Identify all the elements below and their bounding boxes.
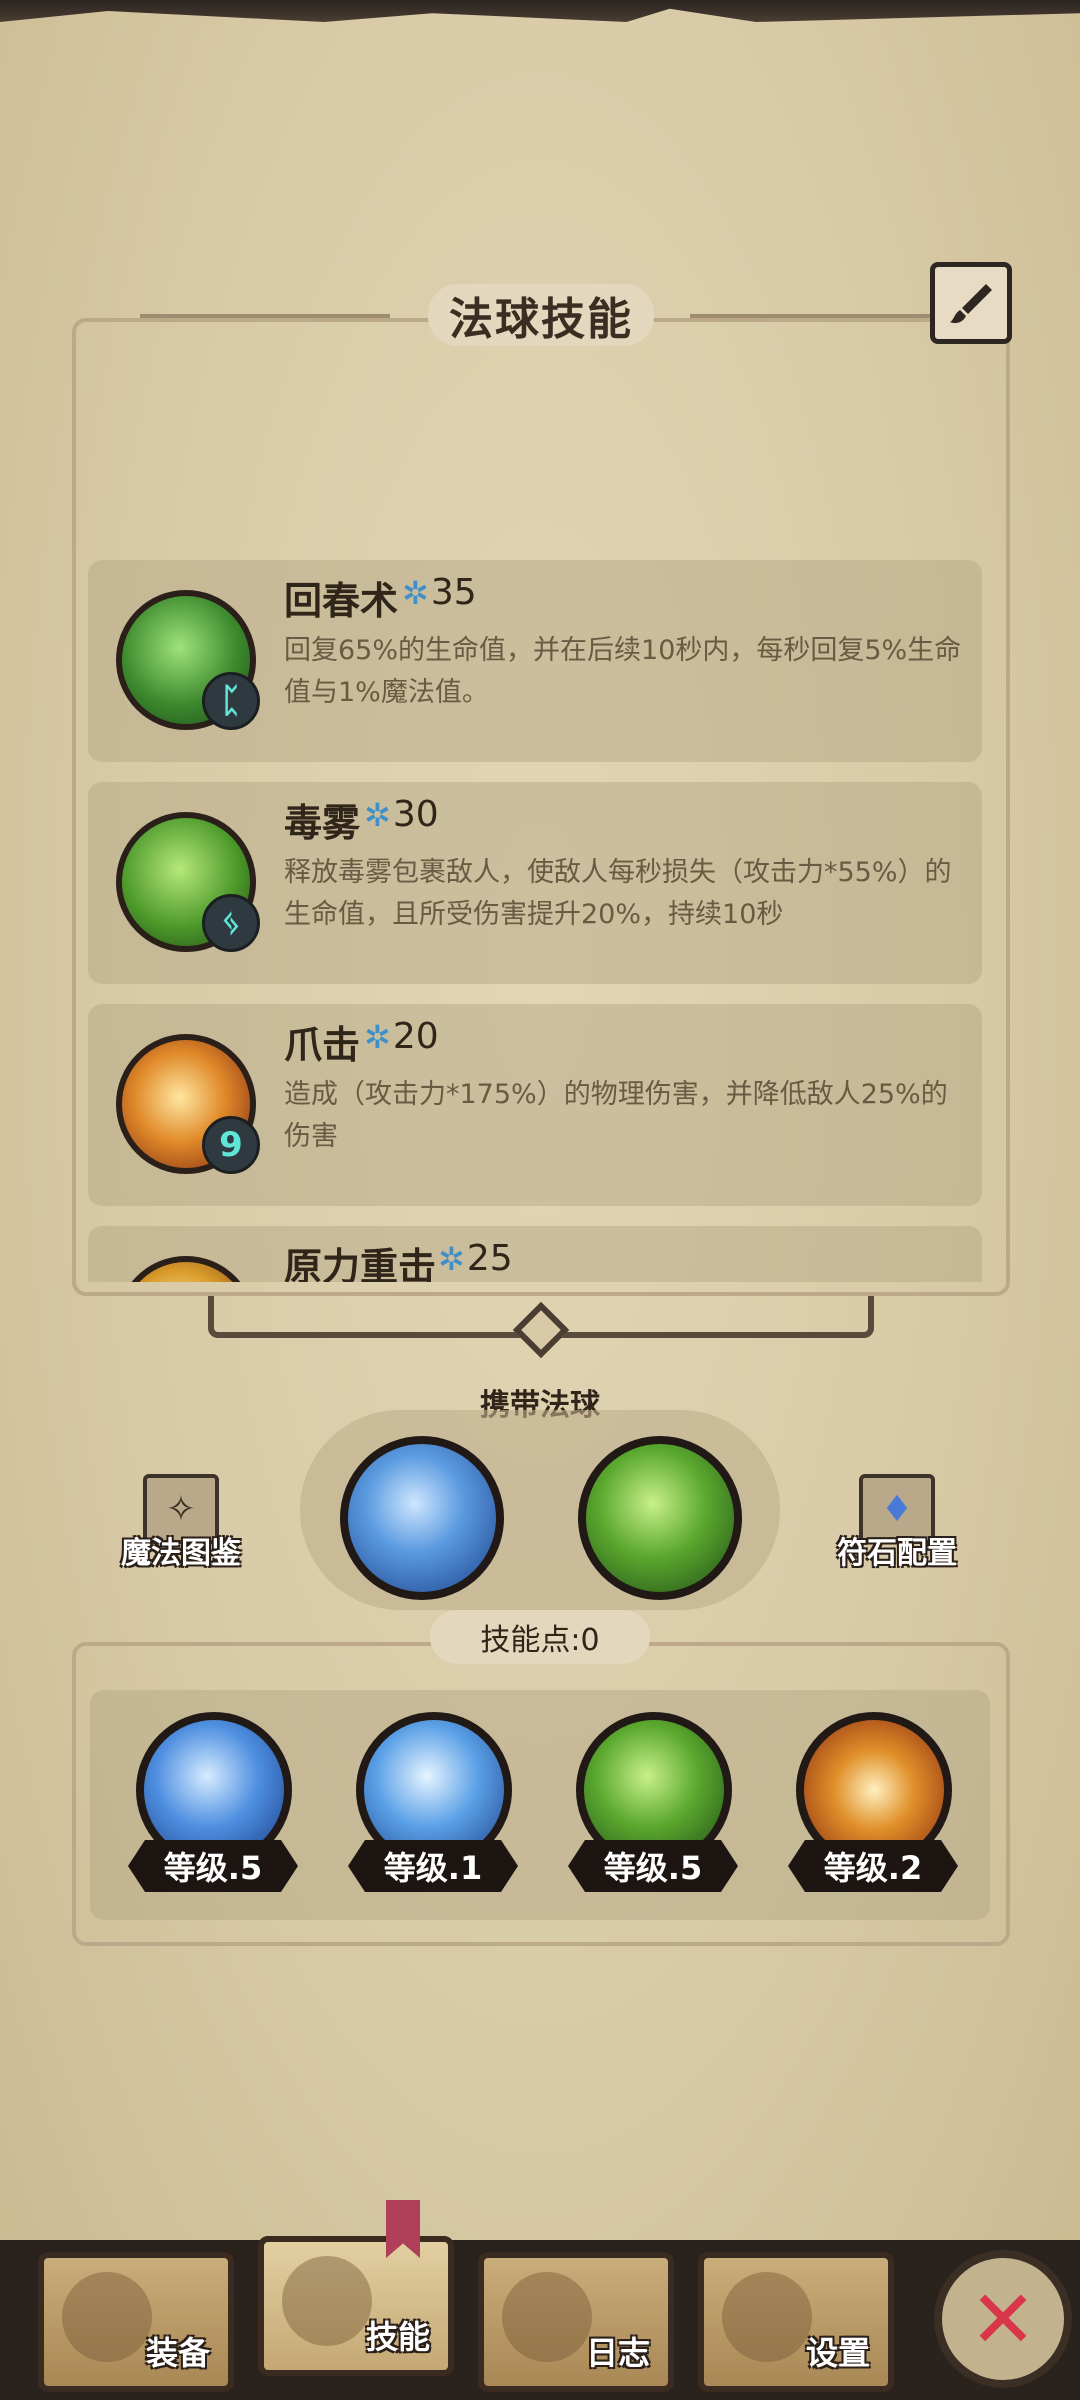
skill-card-rejuvenation[interactable]: ᛈ 回春术 ✲35 回复65%的生命值，并在后续10秒内，每秒回复5%生命值与1… bbox=[88, 560, 982, 762]
skill-cost: ✲30 bbox=[364, 794, 439, 835]
rune-icon: ᛈ bbox=[202, 672, 260, 730]
level-badge: 等级.5 bbox=[568, 1840, 738, 1892]
brush-icon bbox=[950, 284, 992, 324]
skill-card-force-strike[interactable]: 原力重击 ✲25 bbox=[88, 1226, 982, 1282]
force-strike-icon bbox=[116, 1256, 256, 1282]
level-badge: 等级.5 bbox=[128, 1840, 298, 1892]
carried-nature-orb[interactable] bbox=[578, 1436, 742, 1600]
close-button[interactable]: ✕ bbox=[934, 2250, 1072, 2388]
edit-button[interactable] bbox=[930, 262, 1012, 344]
skill-description: 造成（攻击力*175%）的物理伤害，并降低敌人25%的伤害 bbox=[284, 1079, 948, 1152]
skill-card-claw-strike[interactable]: 9 爪击 ✲20 造成（攻击力*175%）的物理伤害，并降低敌人25%的伤害 bbox=[88, 1004, 982, 1206]
title-divider-right bbox=[690, 314, 940, 318]
ice-crystal-orb-slot[interactable]: 等级.5 bbox=[128, 1712, 298, 1912]
skill-description: 释放毒雾包裹敌人，使敌人每秒损失（攻击力*55%）的生命值，且所受伤害提升20%… bbox=[284, 857, 952, 930]
rune-config-label: 符石配置 bbox=[837, 1536, 957, 1571]
poison-fog-icon: ᛃ bbox=[116, 812, 260, 952]
tab-equipment[interactable]: 装备 bbox=[38, 2252, 234, 2392]
skill-points-label: 技能点:0 bbox=[430, 1610, 650, 1664]
claw-strike-icon: 9 bbox=[116, 1034, 260, 1174]
tab-label: 装备 bbox=[145, 2334, 210, 2372]
level-badge: 等级.2 bbox=[788, 1840, 958, 1892]
skill-name: 爪击 bbox=[284, 1023, 361, 1067]
skill-cost: ✲20 bbox=[364, 1016, 439, 1057]
fire-vortex-orb-slot[interactable]: 等级.2 bbox=[788, 1712, 958, 1912]
level-badge: 等级.1 bbox=[348, 1840, 518, 1892]
title-divider-left bbox=[140, 314, 390, 318]
skill-cost: ✲35 bbox=[402, 572, 477, 613]
tab-label: 技能 bbox=[365, 2318, 430, 2356]
skill-list[interactable]: ᛈ 回春术 ✲35 回复65%的生命值，并在后续10秒内，每秒回复5%生命值与1… bbox=[88, 560, 982, 1282]
skill-name: 原力重击 bbox=[284, 1245, 437, 1282]
tab-log[interactable]: 日志 bbox=[478, 2252, 674, 2392]
axe-icon bbox=[62, 2272, 152, 2362]
mana-icon: ✲ bbox=[402, 574, 429, 612]
top-border bbox=[0, 0, 1080, 22]
nature-orb-slot[interactable]: 等级.5 bbox=[568, 1712, 738, 1912]
tab-skills[interactable]: 技能 bbox=[258, 2236, 454, 2376]
mana-icon: ✲ bbox=[438, 1240, 465, 1278]
skill-cost: ✲25 bbox=[438, 1238, 513, 1279]
magic-codex-button[interactable]: ✧ 魔法图鉴 bbox=[106, 1474, 256, 1584]
skill-card-poison-fog[interactable]: ᛃ 毒雾 ✲30 释放毒雾包裹敌人，使敌人每秒损失（攻击力*55%）的生命值，且… bbox=[88, 782, 982, 984]
panel-title: 法球技能 bbox=[428, 284, 654, 346]
tab-label: 设置 bbox=[805, 2334, 870, 2372]
skill-name: 毒雾 bbox=[284, 801, 361, 845]
skill-name: 回春术 bbox=[284, 579, 399, 623]
rune-config-button[interactable]: ♦ 符石配置 bbox=[822, 1474, 972, 1584]
rune-icon: 9 bbox=[202, 1116, 260, 1174]
crossed-swords-icon bbox=[282, 2256, 372, 2346]
close-icon: ✕ bbox=[969, 2272, 1037, 2366]
rune-icon: ᛃ bbox=[202, 894, 260, 952]
skill-description: 回复65%的生命值，并在后续10秒内，每秒回复5%生命值与1%魔法值。 bbox=[284, 635, 962, 708]
magic-codex-label: 魔法图鉴 bbox=[121, 1536, 241, 1571]
mana-icon: ✲ bbox=[364, 1018, 391, 1056]
scroll-icon bbox=[502, 2272, 592, 2362]
frost-shatter-orb-slot[interactable]: 等级.1 bbox=[348, 1712, 518, 1912]
carried-ice-orb[interactable] bbox=[340, 1436, 504, 1600]
mana-icon: ✲ bbox=[364, 796, 391, 834]
tab-settings[interactable]: 设置 bbox=[698, 2252, 894, 2392]
rejuvenation-icon: ᛈ bbox=[116, 590, 260, 730]
gear-icon bbox=[722, 2272, 812, 2362]
tab-label: 日志 bbox=[585, 2334, 650, 2372]
